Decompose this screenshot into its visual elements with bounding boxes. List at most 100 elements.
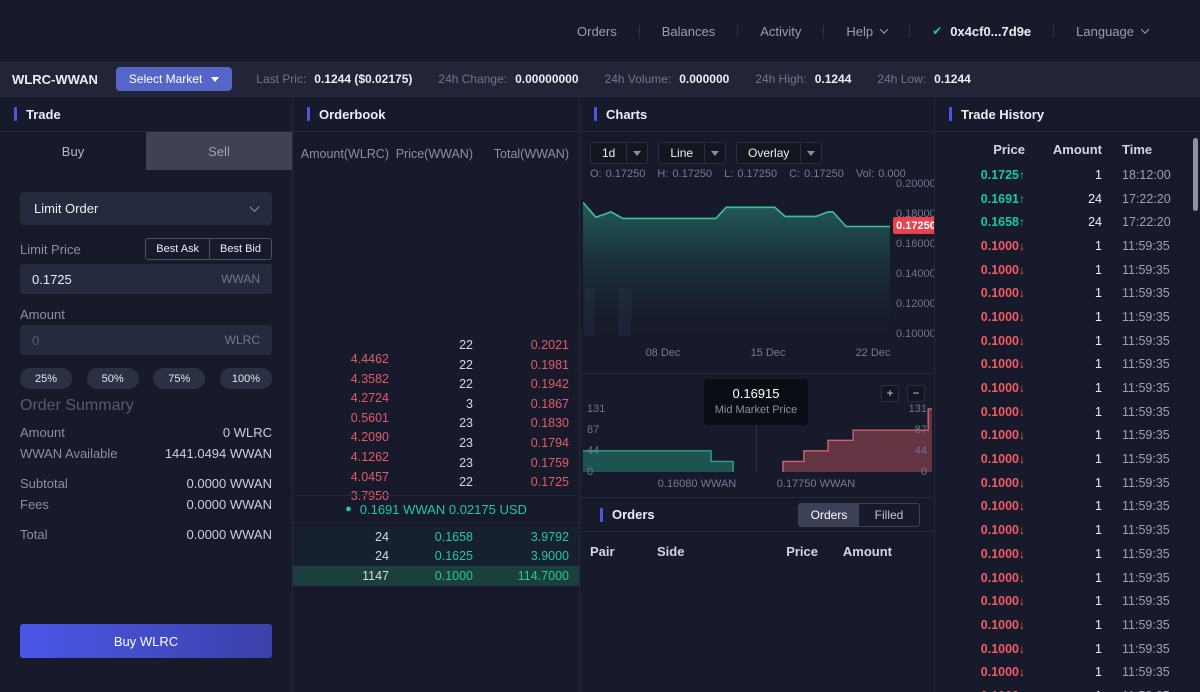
trade-price: 0.1000↓ <box>947 334 1025 348</box>
ohlc-label: L: <box>724 168 733 180</box>
trade-time: 11:59:35 <box>1102 499 1200 513</box>
market-stat-label: Last Pric: <box>256 72 306 86</box>
orderbook-ask-row[interactable]: 30.18670.5601 <box>293 397 579 417</box>
orderbook-ask-row[interactable]: 230.17944.1262 <box>293 436 579 456</box>
trade-time: 17:22:20 <box>1102 215 1200 229</box>
summary-row: Total0.0000 WWAN <box>20 524 272 545</box>
nav-language[interactable]: Language <box>1054 24 1170 39</box>
trade-price: 0.1000↓ <box>947 263 1025 277</box>
orderbook-ask-row[interactable]: 220.20214.4462 <box>293 338 579 358</box>
orderbook-ask-row[interactable]: 220.17253.7950 <box>293 475 579 495</box>
mid-market-label: Mid Market Price <box>704 404 808 416</box>
trade-amount: 1 <box>1025 452 1102 466</box>
trade-price: 0.1000↓ <box>947 571 1025 585</box>
market-stat-label: 24h Change: <box>438 72 507 86</box>
trade-time: 11:59:35 <box>1102 476 1200 490</box>
trade-history-title: Trade History <box>961 107 1044 122</box>
trade-history-rows: 0.1725↑118:12:000.1691↑2417:22:200.1658↑… <box>935 163 1200 692</box>
overlay-dropdown[interactable]: Overlay <box>736 142 822 164</box>
percent-button[interactable]: 75% <box>153 368 205 389</box>
interval-dropdown[interactable]: 1d <box>590 142 648 164</box>
bid-amount: 1147 <box>293 569 389 583</box>
trade-time: 11:59:35 <box>1102 239 1200 253</box>
nav-orders[interactable]: Orders <box>555 24 639 39</box>
percent-buttons-row: 25% 50% 75% 100% <box>20 368 272 389</box>
best-ask-button[interactable]: Best Ask <box>146 239 210 259</box>
nav-activity[interactable]: Activity <box>738 24 823 39</box>
trade-amount: 1 <box>1025 263 1102 277</box>
nav-wallet[interactable]: ✔0x4cf0...7d9e <box>910 24 1053 39</box>
trade-history-column-headers: PriceAmountTime <box>935 132 1200 157</box>
scrollbar-thumb[interactable] <box>1193 138 1198 211</box>
trade-time: 11:59:35 <box>1102 523 1200 537</box>
last-price-tag: 0.17250 <box>893 217 935 234</box>
percent-button[interactable]: 25% <box>20 368 72 389</box>
trade-history-row: 0.1000↓111:59:35 <box>935 542 1200 566</box>
amount-label: Amount <box>20 307 272 322</box>
depth-y-axis-label: 44 <box>587 445 613 457</box>
orderbook-bid-row[interactable]: 240.16583.9792 <box>293 527 579 547</box>
orderbook-ask-row[interactable]: 230.18304.2090 <box>293 416 579 436</box>
trade-history-panel: Trade History PriceAmountTime 0.1725↑118… <box>935 97 1200 692</box>
percent-button[interactable]: 100% <box>220 368 272 389</box>
trade-amount: 1 <box>1025 476 1102 490</box>
ohlc-item: L:0.17250 <box>724 168 777 180</box>
orderbook-header: Orderbook <box>293 97 579 132</box>
nav-balances[interactable]: Balances <box>640 24 737 39</box>
amount-input[interactable] <box>32 333 225 348</box>
limit-price-input[interactable] <box>32 272 221 287</box>
percent-button[interactable]: 50% <box>87 368 139 389</box>
nav-help[interactable]: Help <box>824 24 909 39</box>
market-stat: Last Pric: 0.1244 ($0.02175) <box>256 72 412 86</box>
ohlc-label: O: <box>590 168 602 180</box>
trade-price: 0.1000↓ <box>947 286 1025 300</box>
trade-history-row: 0.1000↓111:59:35 <box>935 353 1200 377</box>
trade-amount: 1 <box>1025 381 1102 395</box>
trade-history-column-header: Time <box>1102 142 1200 157</box>
zoom-in-button[interactable]: + <box>881 385 899 402</box>
market-bar: WLRC-WWAN Select Market Last Pric:0.1244… <box>0 62 1200 96</box>
zoom-out-button[interactable]: − <box>907 385 925 402</box>
trade-price: 0.1658↑ <box>947 215 1025 229</box>
best-bid-button[interactable]: Best Bid <box>210 239 271 259</box>
market-stat-value: 0.00000000 <box>515 72 578 86</box>
trade-price: 0.1000↓ <box>947 357 1025 371</box>
tab-buy[interactable]: Buy <box>0 132 146 170</box>
mid-market-line <box>756 425 757 472</box>
accent-bar <box>14 107 17 121</box>
buy-submit-button[interactable]: Buy WLRC <box>20 624 272 658</box>
trade-history-row: 0.1000↓111:59:35 <box>935 376 1200 400</box>
filled-tab-button[interactable]: Filled <box>859 504 919 526</box>
trade-price: 0.1000↓ <box>947 476 1025 490</box>
orders-column-header: Side <box>657 544 762 559</box>
ask-amount: 22 <box>389 475 473 489</box>
orders-tab-button[interactable]: Orders <box>799 504 859 526</box>
orderbook-bid-row[interactable]: 11470.1000114.7000 <box>293 566 579 586</box>
market-stat-value: 0.1244 <box>815 72 852 86</box>
orderbook-bid-row[interactable]: 240.16253.9000 <box>293 547 579 567</box>
trade-amount: 24 <box>1025 192 1102 206</box>
trade-history-row: 0.1000↓111:59:35 <box>935 329 1200 353</box>
trade-amount: 1 <box>1025 168 1102 182</box>
trade-amount: 1 <box>1025 665 1102 679</box>
orderbook-title: Orderbook <box>319 107 385 122</box>
chevron-down-icon <box>1141 25 1149 33</box>
trade-amount: 1 <box>1025 571 1102 585</box>
orderbook-ask-row[interactable]: 220.19814.3582 <box>293 358 579 378</box>
mid-price-dot-icon: ● <box>345 503 352 515</box>
chart-type-dropdown[interactable]: Line <box>658 142 726 164</box>
trade-price: 0.1000↓ <box>947 310 1025 324</box>
orderbook-ask-row[interactable]: 220.19424.2724 <box>293 377 579 397</box>
ask-price: 0.1830 <box>473 416 569 430</box>
select-market-button[interactable]: Select Market <box>116 67 232 91</box>
orderbook-ask-row[interactable]: 230.17594.0457 <box>293 456 579 476</box>
amount-unit-label: WLRC <box>225 333 260 347</box>
market-stat-value: 0.1244 ($0.02175) <box>314 72 412 86</box>
ask-price: 0.1981 <box>473 358 569 372</box>
ask-amount: 23 <box>389 436 473 450</box>
ohlc-value: 0.17250 <box>672 168 712 180</box>
trade-history-row: 0.1000↓111:59:35 <box>935 471 1200 495</box>
order-type-select[interactable]: Limit Order <box>20 192 272 225</box>
tab-sell[interactable]: Sell <box>146 132 292 170</box>
summary-row: Subtotal0.0000 WWAN <box>20 473 272 494</box>
